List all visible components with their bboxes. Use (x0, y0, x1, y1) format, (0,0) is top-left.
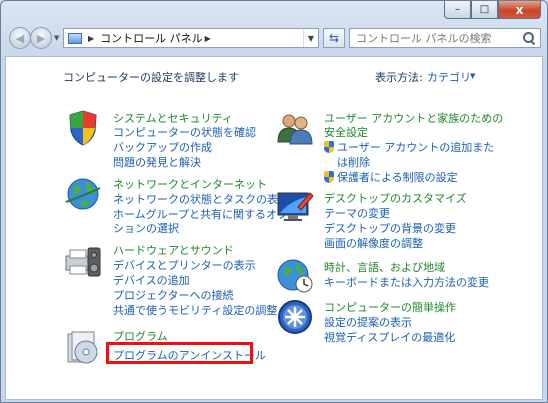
close-button[interactable]: x (498, 1, 541, 19)
refresh-button[interactable]: ⇆ (323, 28, 345, 48)
search-placeholder: コントロール パネルの検索 (356, 32, 492, 45)
category-title-users-cont[interactable]: 安全設定 (324, 124, 368, 140)
globe-network-icon[interactable] (64, 174, 102, 212)
maximize-button[interactable]: □ (471, 1, 498, 19)
link-troubleshoot[interactable]: 問題の発見と解決 (113, 154, 201, 170)
back-arrow-icon: ◀ (15, 31, 25, 45)
view-by-dropdown[interactable]: カテゴリ (427, 69, 471, 85)
search-input[interactable]: コントロール パネルの検索 (349, 28, 541, 48)
link-add-device[interactable]: デバイスの追加 (113, 272, 190, 288)
category-title-appearance[interactable]: デスクトップのカスタマイズ (324, 190, 467, 206)
caption-buttons: – □ x (444, 1, 541, 21)
forward-button[interactable]: ▶ (30, 27, 52, 49)
link-add-remove-accounts[interactable]: ユーザー アカウントの追加また (324, 139, 494, 155)
back-button[interactable]: ◀ (9, 27, 31, 49)
link-suggested-settings[interactable]: 設定の提案の表示 (324, 314, 412, 330)
category-title-clock[interactable]: 時計、言語、および地域 (324, 259, 445, 275)
link-create-backup[interactable]: バックアップの作成 (113, 139, 212, 155)
link-network-status[interactable]: ネットワークの状態とタスクの表示 (113, 191, 289, 207)
refresh-icon: ⇆ (328, 31, 340, 45)
page-title: コンピューターの設定を調整します (63, 71, 239, 84)
view-by-label: 表示方法: (375, 71, 423, 84)
ease-of-access-icon[interactable] (276, 298, 314, 336)
link-change-background[interactable]: デスクトップの背景の変更 (324, 220, 456, 236)
recent-pages-dropdown[interactable]: ▼ (54, 34, 59, 42)
link-parental-controls[interactable]: 保護者による制限の設定 (324, 169, 458, 185)
link-homegroup-options-cont[interactable]: ションの選択 (113, 220, 179, 236)
address-dropdown-button[interactable]: ▼ (303, 29, 318, 47)
breadcrumb-arrow-icon[interactable]: ▶ (88, 34, 94, 43)
uac-shield-icon (324, 171, 334, 183)
link-change-keyboard[interactable]: キーボードまたは入力方法の変更 (324, 274, 489, 290)
address-bar[interactable]: ▶ コントロール パネル ▶ ▼ (63, 28, 319, 48)
control-panel-icon (68, 32, 82, 44)
link-connect-projector[interactable]: プロジェクターへの接続 (113, 287, 234, 303)
uac-shield-icon (324, 141, 334, 153)
link-check-status[interactable]: コンピューターの状態を確認 (113, 124, 256, 140)
users-icon[interactable] (276, 110, 314, 148)
printer-speaker-icon[interactable] (64, 242, 102, 280)
link-mobility-settings[interactable]: 共通で使うモビリティ設定の調整 (113, 302, 277, 318)
control-panel-window: – □ x ◀ ▶ ▼ ▶ コントロール パネル ▶ ▼ ⇆ コントロール パネ… (0, 0, 548, 403)
search-icon[interactable] (521, 30, 537, 46)
highlight-box (106, 342, 253, 364)
breadcrumb-control-panel[interactable]: コントロール パネル (100, 30, 203, 46)
link-devices-printers[interactable]: デバイスとプリンターの表示 (113, 257, 256, 273)
forward-arrow-icon: ▶ (36, 31, 46, 45)
category-title-network[interactable]: ネットワークとインターネット (113, 176, 267, 192)
shield-flag-icon[interactable] (64, 109, 102, 147)
category-title-ease-of-access[interactable]: コンピューターの簡単操作 (324, 299, 456, 315)
link-adjust-resolution[interactable]: 画面の解像度の調整 (324, 235, 423, 251)
breadcrumb-arrow-icon[interactable]: ▶ (205, 34, 211, 43)
monitor-paint-icon[interactable] (276, 187, 314, 225)
chevron-down-icon[interactable]: ▼ (470, 72, 475, 80)
category-title-hardware[interactable]: ハードウェアとサウンド (113, 242, 234, 258)
minimize-button[interactable]: – (444, 1, 471, 19)
link-change-theme[interactable]: テーマの変更 (324, 205, 390, 221)
programs-disc-icon[interactable] (64, 328, 102, 366)
link-optimize-display[interactable]: 視覚ディスプレイの最適化 (324, 329, 455, 345)
link-add-remove-accounts-cont[interactable]: は削除 (337, 154, 370, 170)
globe-clock-icon[interactable] (276, 256, 314, 294)
main-content: コンピューターの設定を調整します 表示方法: カテゴリ ▼ システムとセキュリテ… (5, 56, 543, 400)
navigation-bar: ◀ ▶ ▼ ▶ コントロール パネル ▶ ▼ ⇆ コントロール パネルの検索 (1, 23, 547, 53)
